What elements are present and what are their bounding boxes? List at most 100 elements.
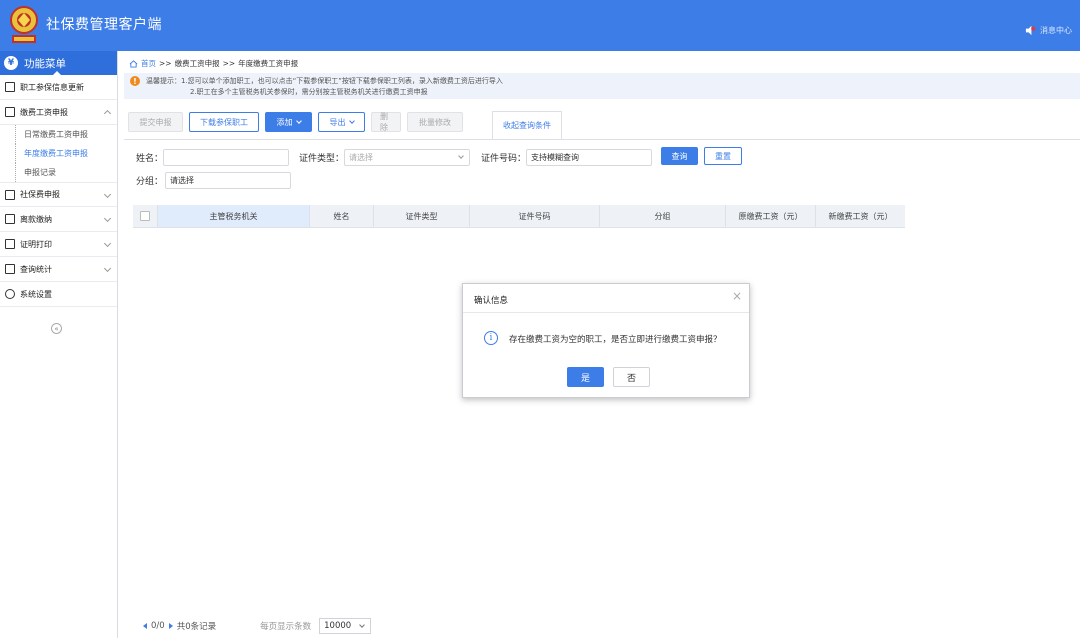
name-filter: 姓名： xyxy=(136,149,290,166)
app-title: 社保费管理客户端 xyxy=(46,17,162,33)
sidebar-item-employee-info[interactable]: 职工参保信息更新 xyxy=(0,75,117,100)
calculator-icon xyxy=(5,189,15,200)
id-type-placeholder: 请选择 xyxy=(349,153,374,162)
tax-emblem-logo xyxy=(10,6,38,43)
edit-icon xyxy=(5,107,15,117)
chevron-down-icon xyxy=(348,117,355,124)
close-icon[interactable]: × xyxy=(732,289,742,303)
id-no-placeholder: 支持模糊查询 xyxy=(531,153,580,162)
wallet-icon xyxy=(5,214,15,224)
sidebar-item-social-fee[interactable]: 社保费申报 xyxy=(0,182,117,207)
sidebar-item-label: 职工参保信息更新 xyxy=(20,82,84,92)
group-filter: 分组： 请选择 xyxy=(136,172,292,189)
id-type-select[interactable]: 请选择 xyxy=(344,149,471,166)
sidebar-item-settings[interactable]: 系统设置 xyxy=(0,282,117,307)
message-center-label: 消息中心 xyxy=(1040,26,1072,35)
id-no-label: 证件号码： xyxy=(481,154,527,164)
submit-declaration-button[interactable]: 提交申报 xyxy=(128,112,183,132)
sidebar-subitem-records[interactable]: 申报记录 xyxy=(0,163,117,182)
per-page-select[interactable]: 10000 xyxy=(319,618,372,634)
document-icon xyxy=(5,239,15,249)
list-icon xyxy=(5,82,15,92)
reset-button[interactable]: 重置 xyxy=(704,147,742,165)
sidebar-item-label: 离款缴纳 xyxy=(20,214,52,224)
search-button[interactable]: 查询 xyxy=(661,147,698,165)
warning-icon: ! xyxy=(130,76,140,86)
chevron-down-icon xyxy=(295,117,302,124)
name-input[interactable] xyxy=(163,149,290,166)
breadcrumb-current: 年度缴费工资申报 xyxy=(238,59,299,68)
tip-line-1: 温馨提示：1.您可以单个添加职工，也可以点击“下载参保职工”按钮下载参保职工列表… xyxy=(146,77,503,85)
dialog-message: 存在缴费工资为空的职工，是否立即进行缴费工资申报？ xyxy=(509,335,722,345)
breadcrumb: 首页 >> 缴费工资申报 >> 年度缴费工资申报 xyxy=(129,58,298,69)
menu-title: 功能菜单 xyxy=(24,57,66,70)
breadcrumb-level1[interactable]: 缴费工资申报 xyxy=(175,58,220,69)
dialog-title: 确认信息 xyxy=(474,296,509,306)
batch-edit-button[interactable]: 批量修改 xyxy=(407,112,463,132)
collapse-sidebar-button[interactable]: « xyxy=(51,323,62,334)
column-id-number[interactable]: 证件号码 xyxy=(470,205,600,227)
sidebar-item-label: 证明打印 xyxy=(20,239,52,249)
sidebar-item-label: 查询统计 xyxy=(20,264,52,274)
breadcrumb-separator: >> xyxy=(159,59,172,68)
column-name[interactable]: 姓名 xyxy=(310,205,374,227)
id-type-label: 证件类型： xyxy=(299,154,345,164)
gear-icon xyxy=(5,289,15,299)
name-label: 姓名： xyxy=(136,154,164,164)
yes-button[interactable]: 是 xyxy=(567,367,604,387)
delete-button[interactable]: 删除 xyxy=(371,112,401,132)
dialog-divider xyxy=(463,312,749,313)
next-page-icon[interactable] xyxy=(168,623,173,629)
speaker-icon xyxy=(1025,25,1036,36)
download-employees-button[interactable]: 下载参保职工 xyxy=(189,112,259,132)
per-page-label: 每页显示条数 xyxy=(260,622,312,632)
group-label: 分组： xyxy=(136,177,164,187)
column-new-wage[interactable]: 新缴费工资（元） xyxy=(816,205,905,227)
toolbar: 提交申报 下载参保职工 添加 导出 删除 批量修改 xyxy=(128,111,463,133)
export-button[interactable]: 导出 xyxy=(318,112,365,132)
select-all-checkbox[interactable] xyxy=(140,211,150,221)
chevron-down-icon xyxy=(103,239,112,248)
id-type-filter: 证件类型： 请选择 xyxy=(299,149,471,166)
sidebar: ¥ 功能菜单 职工参保信息更新 缴费工资申报 日常缴费工资申报 年度缴费工资申报… xyxy=(0,51,118,638)
column-tax-authority[interactable]: 主管税务机关 xyxy=(158,205,310,227)
sidebar-subitem-annual-wage[interactable]: 年度缴费工资申报 xyxy=(0,144,117,163)
pagination: 0/0 共0条记录 每页显示条数 10000 xyxy=(143,618,372,634)
breadcrumb-home[interactable]: 首页 xyxy=(141,58,156,69)
message-center[interactable]: 消息中心 xyxy=(1025,25,1072,36)
total-records: 共0条记录 xyxy=(176,622,217,632)
tip-line-2: 2.职工在多个主管税务机关参保时，需分别按主管税务机关进行缴费工资申报 xyxy=(190,88,428,96)
export-button-label: 导出 xyxy=(329,117,346,127)
page-summary: 0/0 xyxy=(151,621,165,631)
app-header: 社保费管理客户端 消息中心 xyxy=(0,0,1080,51)
no-button[interactable]: 否 xyxy=(613,367,650,387)
column-id-type[interactable]: 证件类型 xyxy=(374,205,470,227)
sidebar-subitem-daily-wage[interactable]: 日常缴费工资申报 xyxy=(0,125,117,144)
sidebar-item-wage-declaration[interactable]: 缴费工资申报 xyxy=(0,100,117,125)
chevron-down-icon xyxy=(359,622,365,628)
chevron-down-icon xyxy=(103,190,112,199)
sidebar-item-certificate[interactable]: 证明打印 xyxy=(0,232,117,257)
id-no-input[interactable]: 支持模糊查询 xyxy=(526,149,653,166)
home-icon xyxy=(129,59,138,68)
sidebar-item-statistics[interactable]: 查询统计 xyxy=(0,257,117,282)
tip-banner: ! 温馨提示：1.您可以单个添加职工，也可以点击“下载参保职工”按钮下载参保职工… xyxy=(124,73,1080,99)
menu-header: ¥ 功能菜单 xyxy=(0,51,117,76)
add-button[interactable]: 添加 xyxy=(265,112,312,132)
select-all-cell xyxy=(133,205,158,227)
chevron-down-icon xyxy=(103,264,112,273)
group-placeholder: 请选择 xyxy=(170,176,195,185)
column-group[interactable]: 分组 xyxy=(600,205,726,227)
tab-divider xyxy=(124,139,1080,140)
sidebar-item-label: 社保费申报 xyxy=(20,190,60,199)
group-select[interactable]: 请选择 xyxy=(165,172,292,189)
column-old-wage[interactable]: 原缴费工资（元） xyxy=(726,205,816,227)
chart-icon xyxy=(5,264,15,274)
sidebar-item-payment[interactable]: 离款缴纳 xyxy=(0,207,117,232)
chevron-down-icon xyxy=(103,214,112,223)
tab-collapse-query[interactable]: 收起查询条件 xyxy=(492,111,562,139)
prev-page-icon[interactable] xyxy=(143,623,147,629)
confirm-dialog: 确认信息 × i 存在缴费工资为空的职工，是否立即进行缴费工资申报？ 是 否 xyxy=(462,283,750,398)
info-icon: i xyxy=(484,331,498,345)
yen-icon: ¥ xyxy=(4,56,18,70)
